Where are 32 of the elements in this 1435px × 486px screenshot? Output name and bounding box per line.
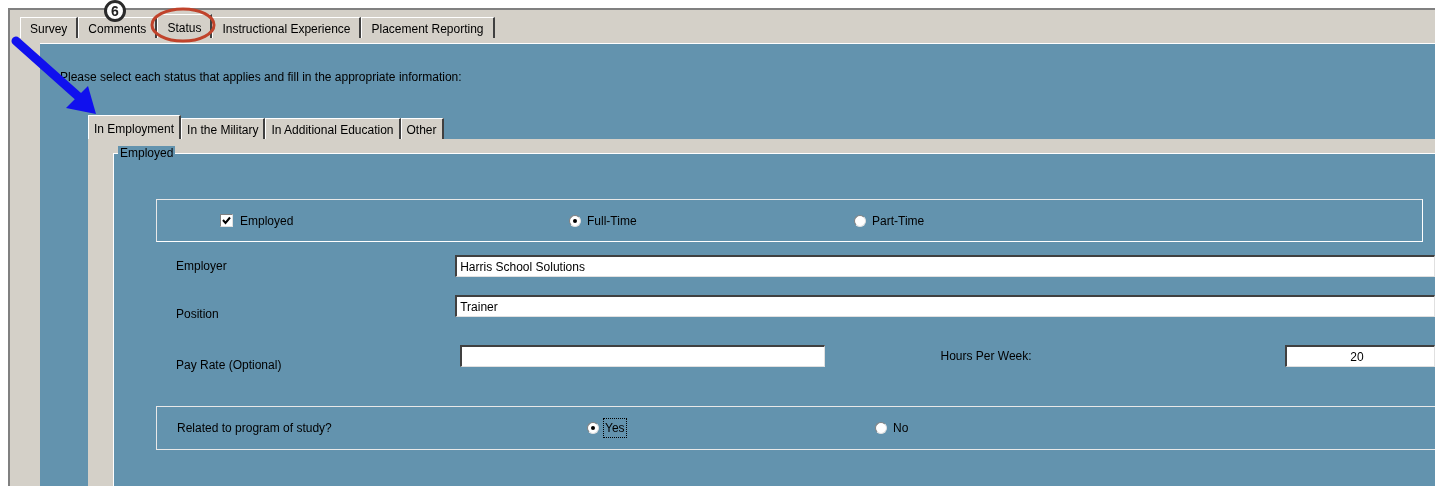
pay-rate-label: Pay Rate (Optional) <box>176 357 283 374</box>
tab[interactable]: Survey <box>20 17 79 38</box>
hours-field[interactable]: 20 <box>1285 345 1435 367</box>
radio-button[interactable] <box>875 422 887 434</box>
pay-rate-field[interactable] <box>460 345 826 367</box>
check-icon <box>222 216 231 225</box>
tab[interactable]: In Additional Education <box>265 118 401 139</box>
tab[interactable]: Placement Reporting <box>361 17 495 38</box>
radio-button[interactable] <box>587 422 599 434</box>
tab[interactable]: In the Military <box>181 118 266 139</box>
checkbox-label: Employed <box>240 212 294 230</box>
group-title: Employed <box>118 146 176 160</box>
tab[interactable]: Instructional Experience <box>212 17 362 38</box>
hours-label: Hours Per Week: <box>940 348 1033 365</box>
radio-label: Part-Time <box>872 212 925 230</box>
tab[interactable]: Other <box>400 118 444 139</box>
step-badge: 6 <box>104 0 126 22</box>
checkbox[interactable] <box>220 214 233 227</box>
employer-label: Employer <box>176 258 228 275</box>
radio-label: No <box>892 420 910 437</box>
radio-button[interactable] <box>854 214 866 227</box>
employer-field[interactable]: Harris School Solutions <box>455 255 1435 277</box>
highlight-ellipse <box>150 6 216 44</box>
related-label: Related to program of study? <box>177 420 333 437</box>
position-field[interactable]: Trainer <box>455 295 1435 317</box>
position-label: Position <box>176 306 220 323</box>
radio-label: Full-Time <box>587 212 637 230</box>
radio-label: Yes <box>603 418 627 438</box>
tab[interactable]: In Employment <box>88 115 182 139</box>
tab[interactable]: Comments <box>78 17 158 38</box>
radio-button[interactable] <box>569 214 581 227</box>
tab[interactable]: Status <box>157 14 213 38</box>
